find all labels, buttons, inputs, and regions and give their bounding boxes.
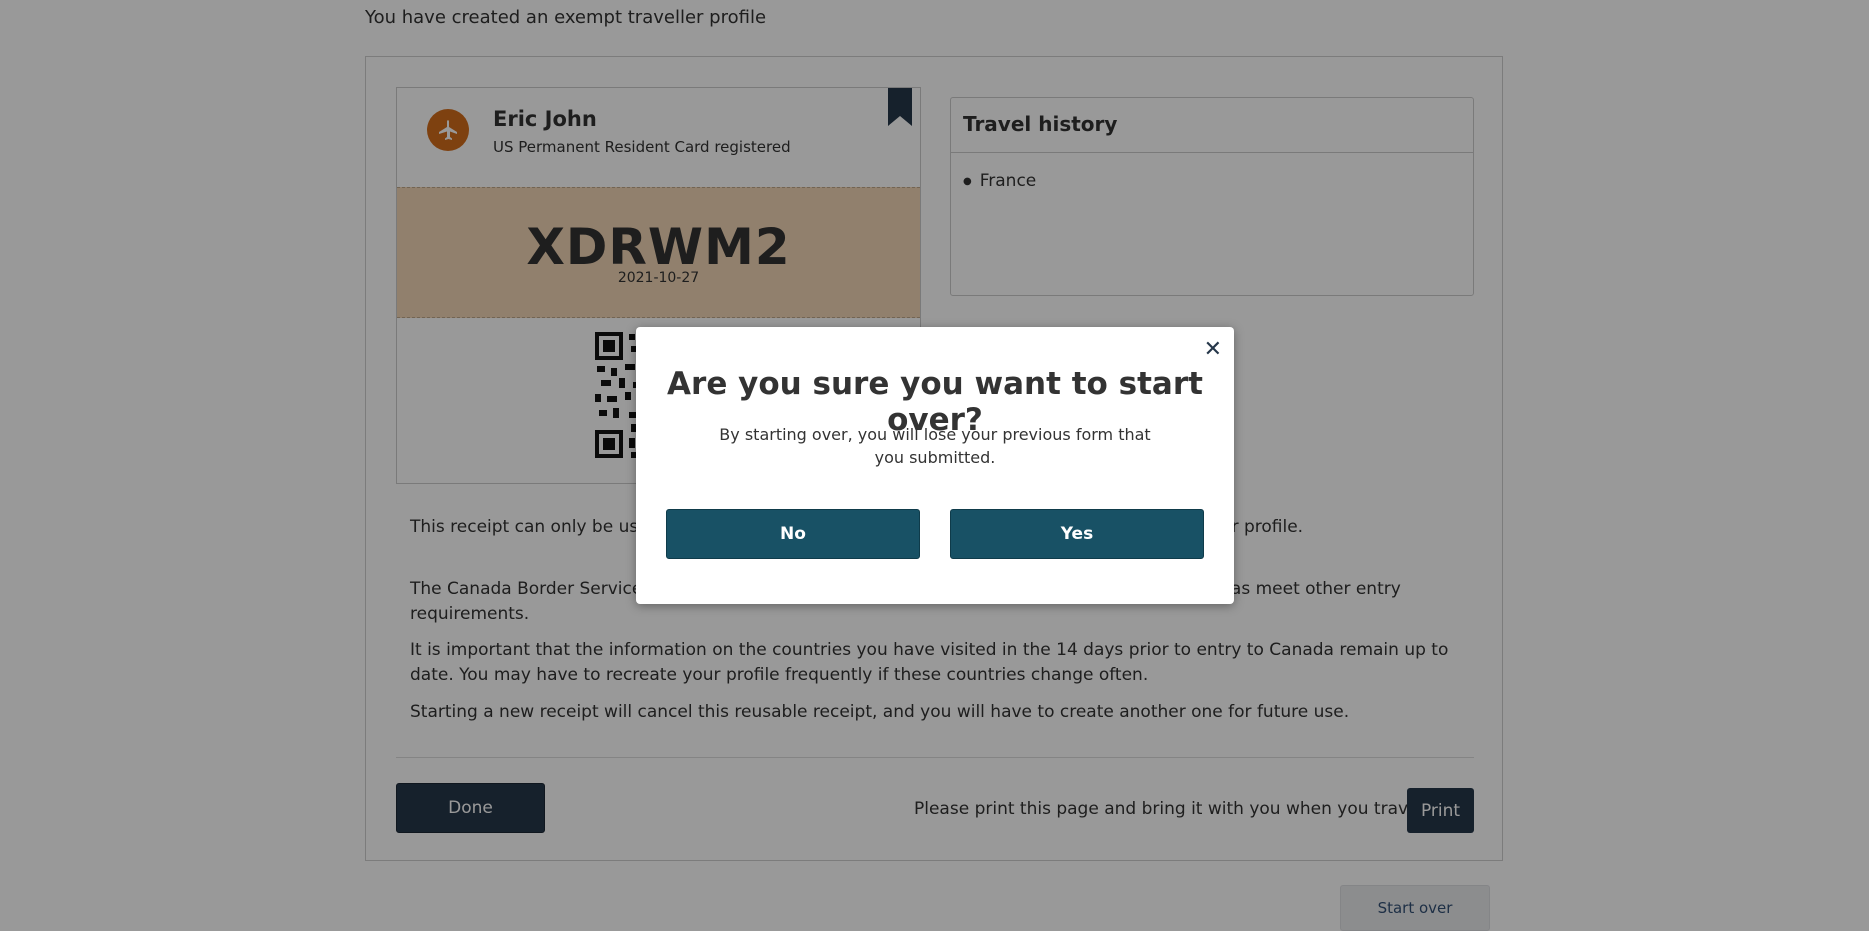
close-icon[interactable]: ✕ xyxy=(1204,337,1222,362)
dialog-message: By starting over, you will lose your pre… xyxy=(719,425,1151,467)
start-over-dialog: ✕ Are you sure you want to start over? B… xyxy=(636,327,1234,604)
yes-button[interactable]: Yes xyxy=(950,509,1204,559)
no-button[interactable]: No xyxy=(666,509,920,559)
